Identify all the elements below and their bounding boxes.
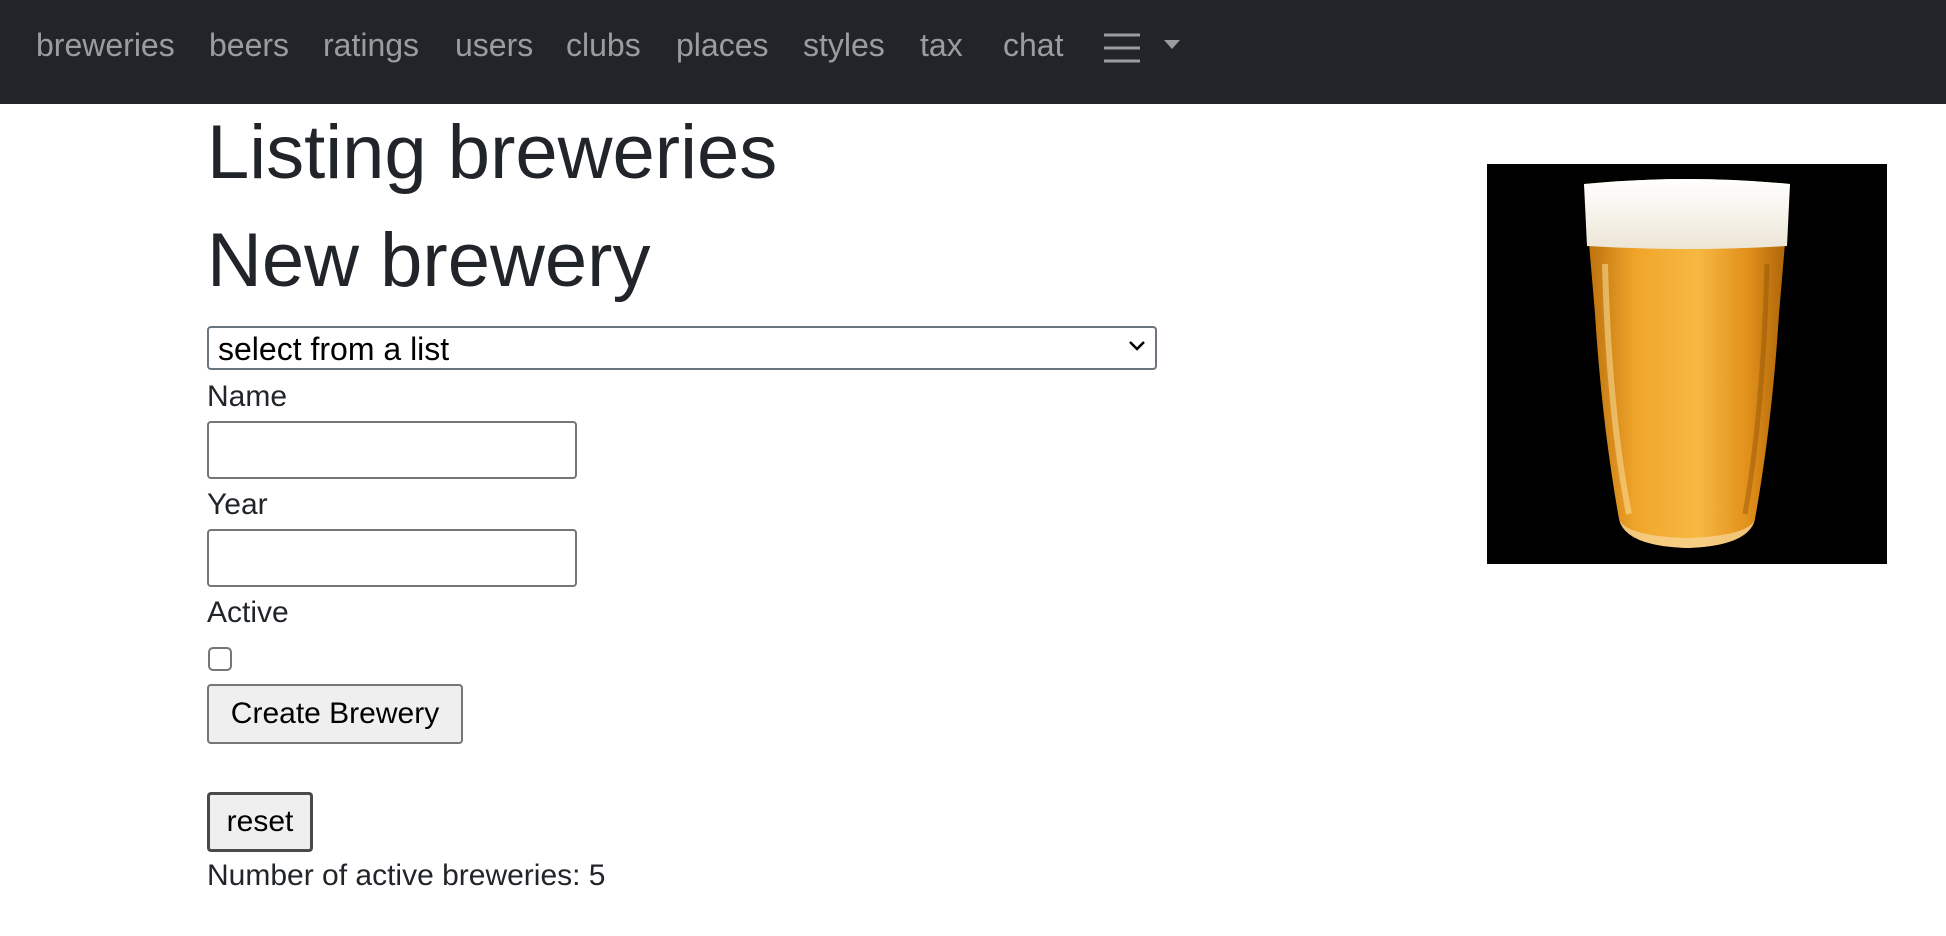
nav-link-beers[interactable]: beers [209, 26, 289, 64]
nav-link-clubs[interactable]: clubs [566, 26, 641, 64]
menu-dropdown-toggle[interactable] [1102, 28, 1182, 68]
year-label: Year [207, 488, 268, 521]
chevron-down-icon [1129, 341, 1145, 351]
nav-link-places[interactable]: places [676, 26, 769, 64]
nav-link-ratings[interactable]: ratings [323, 26, 419, 64]
select-value: select from a list [218, 331, 450, 367]
form-heading: New brewery [207, 218, 651, 303]
reset-button[interactable]: reset [207, 792, 313, 852]
top-navbar: breweries beers ratings users clubs plac… [0, 0, 1946, 104]
year-field[interactable] [207, 529, 577, 587]
nav-link-tax[interactable]: tax [920, 26, 963, 64]
name-field[interactable] [207, 421, 577, 479]
hamburger-icon [1104, 33, 1140, 63]
active-checkbox[interactable] [208, 647, 232, 671]
active-breweries-count: Number of active breweries: 5 [207, 859, 606, 892]
page-title: Listing breweries [207, 110, 778, 195]
beer-glass-image [1487, 164, 1887, 564]
create-brewery-button[interactable]: Create Brewery [207, 684, 463, 744]
active-label: Active [207, 596, 289, 629]
caret-down-icon [1164, 40, 1180, 49]
brewery-select-dropdown[interactable]: select from a list [207, 326, 1157, 370]
nav-link-users[interactable]: users [455, 26, 533, 64]
name-label: Name [207, 380, 288, 413]
nav-link-chat[interactable]: chat [1003, 26, 1063, 64]
nav-link-styles[interactable]: styles [803, 26, 885, 64]
nav-link-breweries[interactable]: breweries [36, 26, 175, 64]
